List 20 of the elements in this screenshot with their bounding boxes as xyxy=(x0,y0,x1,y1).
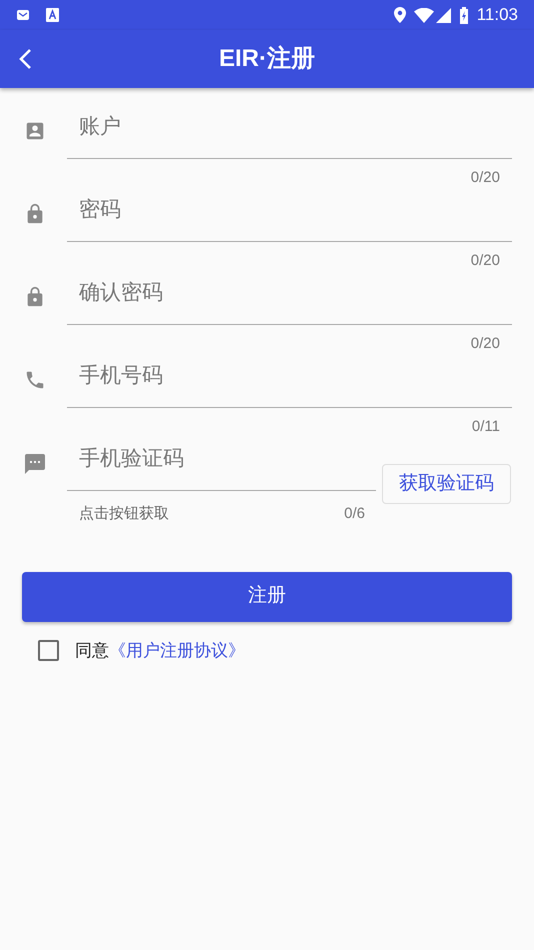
signal-icon xyxy=(436,8,451,22)
page-title: EIR·注册 xyxy=(219,44,315,74)
agreement-link[interactable]: 《用户注册协议》 xyxy=(109,638,245,663)
helper-text: 点击按钮获取 xyxy=(79,504,169,524)
get-code-button[interactable]: 获取验证码 xyxy=(382,464,511,504)
character-counter: 0/6 xyxy=(344,504,365,524)
back-icon xyxy=(18,48,32,70)
agreement-checkbox[interactable] xyxy=(38,640,59,661)
verification-code-field[interactable]: 手机验证码 xyxy=(67,428,376,491)
agreement-text: 同意 xyxy=(75,640,109,662)
mail-notification-icon xyxy=(16,8,30,22)
battery-icon xyxy=(458,6,469,24)
location-icon xyxy=(394,7,406,23)
message-icon xyxy=(22,452,46,476)
text-field[interactable]: 账户 xyxy=(67,96,512,159)
clock-time: 11:03 xyxy=(476,4,518,26)
app-notification-icon xyxy=(46,8,59,22)
character-counter: 0/11 xyxy=(472,417,500,437)
wifi-icon xyxy=(414,8,434,22)
register-button[interactable]: 注册 xyxy=(22,572,512,622)
